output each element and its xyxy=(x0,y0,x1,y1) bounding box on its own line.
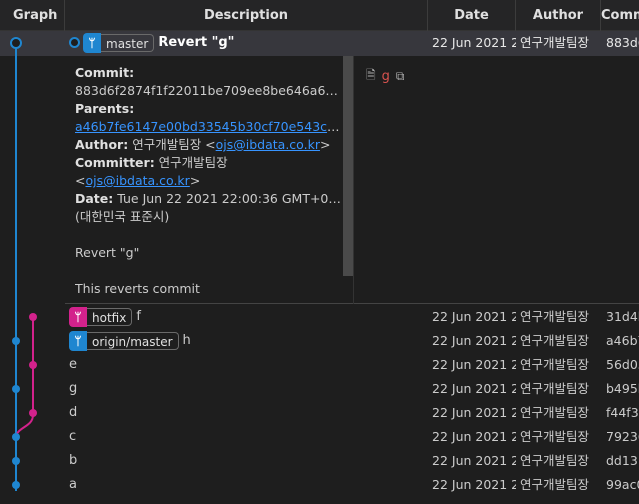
commit-date: 22 Jun 2021 22:00 xyxy=(432,35,516,50)
commit-details-text: Commit: 883d6f2874f1f22011be709ee8be646a… xyxy=(75,64,341,298)
commit-date: 22 Jun 2021 21:57 xyxy=(432,357,516,372)
commit-hash: 883d6f28 xyxy=(606,35,639,50)
changed-file-g[interactable]: g xyxy=(382,69,390,84)
detail-committer-close: > xyxy=(189,173,201,188)
commit-date: 22 Jun 2021 21:56 xyxy=(432,381,516,396)
commit-hash: 56d05 xyxy=(606,357,639,372)
column-author[interactable]: Author xyxy=(516,0,601,31)
commit-message: a xyxy=(69,477,77,492)
commit-description: ᛘ master Revert "g" xyxy=(69,31,424,55)
commit-node-selected xyxy=(10,37,22,49)
commit-node-d xyxy=(29,409,37,417)
commit-message: g xyxy=(69,381,78,396)
commit-hash: a46b7 xyxy=(606,333,639,348)
commit-message: f xyxy=(136,309,141,324)
column-description[interactable]: Description xyxy=(65,0,428,31)
commit-date: 22 Jun 2021 21:58 xyxy=(432,333,516,348)
commit-description: ᛘ hotfix f xyxy=(69,305,424,329)
commit-node-h xyxy=(12,337,20,345)
commit-row[interactable]: ᛘorigin/masterh 22 Jun 2021 21:58 연구개발팀장… xyxy=(0,329,639,353)
commit-message: Revert "g" xyxy=(158,35,235,50)
commit-author: 연구개발팀장 xyxy=(520,453,590,468)
detail-date-label: Date: xyxy=(75,191,114,206)
commit-node-a xyxy=(12,481,20,489)
commit-message: b xyxy=(69,453,78,468)
commit-date: 22 Jun 2021 21:53 xyxy=(432,453,516,468)
commit-details-panel: Commit: 883d6f2874f1f22011be709ee8be646a… xyxy=(65,56,639,304)
commit-node-b xyxy=(12,457,20,465)
detail-committer-email-link[interactable]: ojs@ibdata.co.kr xyxy=(85,173,189,188)
branch-icon: ᛘ xyxy=(69,306,87,327)
commit-node-c xyxy=(12,433,20,441)
commit-row[interactable]: e 22 Jun 2021 21:57 연구개발팀장 56d05 xyxy=(0,353,639,377)
detail-parent-link[interactable]: a46b7fe6147e00bd33545b30cf70e543c2b8... xyxy=(75,119,341,134)
commit-node-icon xyxy=(69,37,80,48)
commit-message: h xyxy=(182,333,191,348)
commit-graph xyxy=(10,37,37,491)
commit-message: c xyxy=(69,429,77,444)
commit-row[interactable]: d 22 Jun 2021 21:55 연구개발팀장 f44f3 xyxy=(0,401,639,425)
detail-author-close: > xyxy=(319,137,331,152)
details-scrollbar[interactable] xyxy=(343,56,353,276)
commit-author: 연구개발팀장 xyxy=(520,477,590,492)
details-divider xyxy=(353,56,354,304)
detail-committer-name: 연구개발팀장 xyxy=(158,155,228,170)
branch-label-hotfix[interactable]: ᛘ hotfix xyxy=(69,306,133,327)
column-date[interactable]: Date xyxy=(428,0,516,31)
commit-message: e xyxy=(69,357,77,372)
file-icon: 🗎 xyxy=(366,68,376,82)
commit-row[interactable]: b 22 Jun 2021 21:53 연구개발팀장 dd131 xyxy=(0,449,639,473)
commit-node-g xyxy=(12,385,20,393)
detail-author-label: Author: xyxy=(75,137,129,152)
detail-commit-hash: 883d6f2874f1f22011be709ee8be646a672c... xyxy=(75,83,341,98)
commit-hash: 31d4b xyxy=(606,309,639,324)
detail-committer-open: < xyxy=(75,173,86,188)
detail-commit-label: Commit: xyxy=(75,65,135,80)
detail-parents-label: Parents: xyxy=(75,101,135,116)
commit-author: 연구개발팀장 xyxy=(520,35,590,50)
detail-committer-label: Committer: xyxy=(75,155,155,170)
commit-row[interactable]: ᛘhotfixf 22 Jun 2021 21:59 연구개발팀장 31d4b xyxy=(0,305,639,329)
commit-hash: b495b xyxy=(606,381,639,396)
branch-label-origin-master[interactable]: ᛘ origin/master xyxy=(69,330,179,351)
commit-row[interactable]: g 22 Jun 2021 21:56 연구개발팀장 b495b xyxy=(0,377,639,401)
column-graph[interactable]: Graph xyxy=(0,0,65,31)
commit-hash: 79236 xyxy=(606,429,639,444)
branch-label-master[interactable]: ᛘ master xyxy=(83,32,155,53)
commit-date: 22 Jun 2021 21:55 xyxy=(432,405,516,420)
column-commit[interactable]: Commit xyxy=(601,0,639,31)
selected-commit-row[interactable]: ᛘmasterRevert "g" 22 Jun 2021 22:00 연구개발… xyxy=(0,31,639,56)
detail-date-value: Tue Jun 22 2021 22:00:36 GMT+0900 xyxy=(117,191,341,206)
commit-node-f xyxy=(29,313,37,321)
commit-author: 연구개발팀장 xyxy=(520,429,590,444)
commit-hash: f44f3 xyxy=(606,405,639,420)
commit-date: 22 Jun 2021 21:59 xyxy=(432,309,516,324)
copy-icon[interactable]: ⧉ xyxy=(396,69,405,84)
commit-author: 연구개발팀장 xyxy=(520,357,590,372)
branch-icon: ᛘ xyxy=(69,330,87,351)
commit-date: 22 Jun 2021 21:54 xyxy=(432,429,516,444)
branch-icon: ᛘ xyxy=(83,32,101,53)
detail-message-body: This reverts commit xyxy=(75,281,200,296)
commit-author: 연구개발팀장 xyxy=(520,381,590,396)
detail-message-title: Revert "g" xyxy=(75,245,140,260)
commit-description: ᛘ origin/master h xyxy=(69,329,424,353)
commit-author: 연구개발팀장 xyxy=(520,309,590,324)
detail-date-timezone: (대한민국 표준시) xyxy=(75,209,170,224)
commit-author: 연구개발팀장 xyxy=(520,405,590,420)
commit-date: 22 Jun 2021 21:52 xyxy=(432,477,516,492)
commit-node-e xyxy=(29,361,37,369)
commit-row[interactable]: a 22 Jun 2021 21:52 연구개발팀장 99ac0 xyxy=(0,473,639,497)
detail-author-email-link[interactable]: ojs@ibdata.co.kr xyxy=(216,137,320,152)
column-header: Graph Description Date Author Commit xyxy=(0,0,639,31)
commit-author: 연구개발팀장 xyxy=(520,333,590,348)
commit-message: d xyxy=(69,405,78,420)
commit-hash: 99ac0 xyxy=(606,477,639,492)
detail-author-name: 연구개발팀장 < xyxy=(132,137,216,152)
graph-merge-curve xyxy=(15,414,34,438)
changed-files: 🗎 g ⧉ xyxy=(366,66,405,87)
commit-hash: dd131 xyxy=(606,453,639,468)
commit-row[interactable]: c 22 Jun 2021 21:54 연구개발팀장 79236 xyxy=(0,425,639,449)
